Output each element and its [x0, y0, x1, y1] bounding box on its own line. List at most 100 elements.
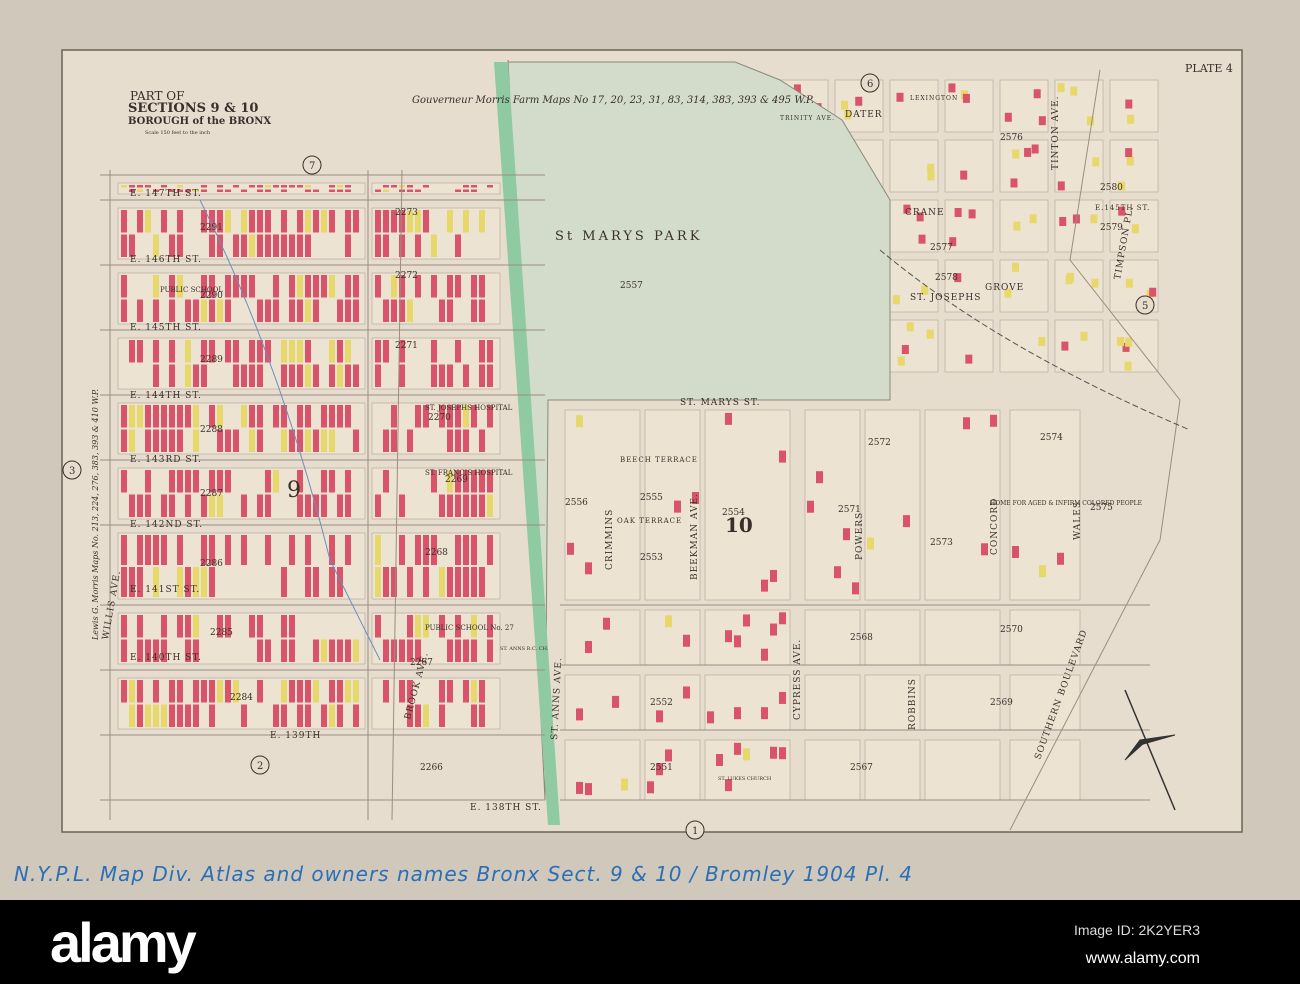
building — [297, 704, 303, 727]
building — [834, 566, 841, 579]
street-e140: E. 140TH ST. — [130, 653, 202, 663]
building — [129, 340, 135, 363]
label-home-for-aged: HOME FOR AGED & INFIRM COLORED PEOPLE — [990, 500, 1142, 507]
building — [169, 364, 175, 387]
building — [201, 364, 207, 387]
building — [185, 364, 191, 387]
building — [185, 494, 191, 517]
building — [455, 639, 461, 662]
building — [353, 275, 359, 298]
building — [471, 189, 477, 192]
building — [1080, 331, 1088, 341]
building — [463, 429, 469, 452]
block-number: 2567 — [850, 763, 873, 773]
building — [1125, 278, 1133, 288]
building — [683, 634, 690, 647]
building — [439, 567, 445, 597]
building — [345, 275, 351, 298]
building — [337, 494, 343, 517]
building — [201, 567, 207, 597]
building — [209, 680, 215, 703]
block-number: 2575 — [1090, 503, 1113, 513]
building — [1057, 552, 1064, 565]
label-st-francis-hospital: ST. FRANCIS HOSPITAL — [425, 469, 513, 477]
block-number: 2580 — [1100, 183, 1123, 193]
block-number: 2572 — [868, 438, 891, 448]
building — [471, 535, 477, 565]
building — [447, 567, 453, 597]
building — [479, 299, 485, 322]
building — [225, 470, 231, 493]
building — [145, 185, 151, 188]
circled-number: 5 — [1142, 301, 1148, 312]
building — [137, 615, 143, 638]
circled-number: 6 — [867, 79, 873, 90]
building — [1012, 545, 1019, 558]
street-robbins: ROBBINS — [908, 678, 918, 730]
building — [487, 185, 493, 188]
building — [960, 170, 968, 180]
building — [241, 234, 247, 257]
building — [321, 429, 327, 452]
building — [169, 234, 175, 257]
building — [1013, 221, 1021, 231]
building — [257, 615, 263, 638]
section-9: 9 — [287, 478, 301, 503]
block-number: 2579 — [1100, 223, 1123, 233]
city-block — [999, 319, 1049, 373]
building — [329, 680, 335, 703]
building — [963, 417, 970, 430]
building — [375, 275, 381, 298]
building — [375, 494, 381, 517]
building — [129, 185, 135, 188]
building — [129, 429, 135, 452]
city-block — [864, 609, 921, 666]
building — [193, 680, 199, 703]
building — [447, 210, 453, 233]
building — [161, 494, 167, 517]
building — [439, 704, 445, 727]
street-crane: CRANE — [905, 208, 945, 218]
building — [297, 429, 303, 452]
building — [305, 494, 311, 517]
building — [1038, 336, 1046, 346]
city-block — [804, 674, 861, 731]
park-block: 2557 — [620, 281, 643, 291]
building — [455, 494, 461, 517]
building — [161, 615, 167, 638]
street-crimmins: CRIMMINS — [605, 509, 615, 570]
building — [121, 680, 127, 703]
building — [233, 429, 239, 452]
building — [145, 535, 151, 565]
label-public-school-27: PUBLIC SCHOOL No. 27 — [425, 624, 514, 632]
street-e138: E. 138TH ST. — [470, 803, 542, 813]
building — [265, 234, 271, 257]
building — [391, 405, 397, 428]
farm-note: Gouverneur Morris Farm Maps No 17, 20, 2… — [412, 95, 814, 106]
building — [289, 185, 295, 188]
city-block — [999, 199, 1049, 253]
street-oak-terrace: OAK TERRACE — [617, 517, 682, 525]
building — [383, 299, 389, 322]
title-scale: Scale 150 feet to the inch — [145, 130, 211, 136]
building — [399, 494, 405, 517]
building — [161, 185, 167, 188]
building — [415, 189, 421, 192]
street-dater: DATER — [845, 110, 883, 120]
building — [297, 340, 303, 363]
building — [345, 639, 351, 662]
street-powers: POWERS — [855, 512, 865, 560]
building — [779, 691, 786, 704]
building — [576, 781, 583, 794]
building — [656, 710, 663, 723]
building — [463, 567, 469, 597]
building — [137, 185, 143, 188]
building — [273, 405, 279, 428]
circled-number: 1 — [692, 826, 698, 837]
building — [1004, 112, 1012, 122]
building — [265, 470, 271, 493]
building — [455, 234, 461, 257]
building — [257, 429, 263, 452]
building — [345, 185, 351, 188]
building — [576, 708, 583, 721]
